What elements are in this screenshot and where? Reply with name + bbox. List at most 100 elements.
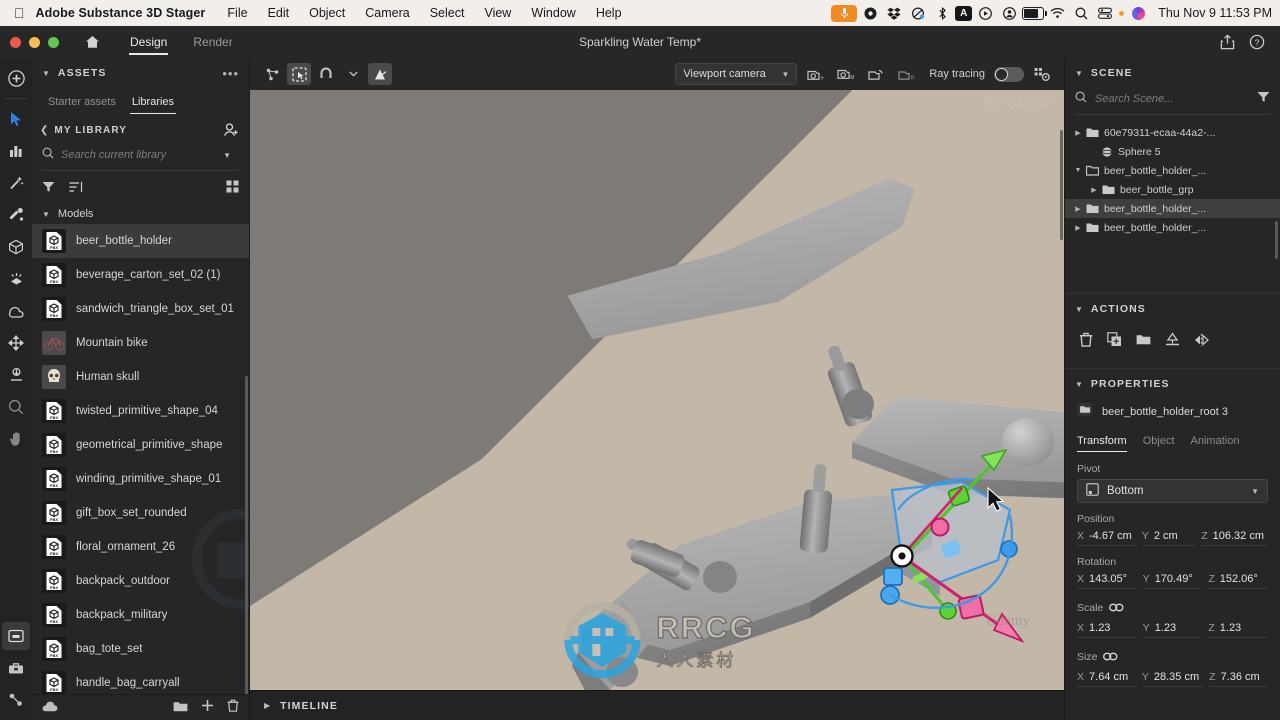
duplicate-icon[interactable] <box>1107 332 1122 352</box>
apple-menu-icon[interactable]:  <box>0 6 36 20</box>
menu-window[interactable]: Window <box>521 6 585 20</box>
3d-viewport-canvas[interactable]: RRCG.cn Udemy RRCG 人人素材 <box>250 90 1064 690</box>
camera-duplicate-icon[interactable]: M <box>833 63 857 85</box>
chevron-right-icon[interactable]: ▶ <box>1071 224 1085 232</box>
toolbox-icon[interactable] <box>2 654 30 682</box>
delete-icon[interactable] <box>227 699 239 717</box>
material-picker-icon[interactable] <box>2 201 30 229</box>
search-input[interactable] <box>61 149 217 161</box>
move-icon[interactable] <box>2 329 30 357</box>
models-section-header[interactable]: ▼ Models <box>32 205 249 224</box>
menu-camera[interactable]: Camera <box>355 6 419 20</box>
chevron-right-icon[interactable]: ▶ <box>264 701 270 710</box>
list-item[interactable]: FBX beverage_carton_set_02 (1) <box>32 258 249 292</box>
position-x-field[interactable]: X -4.67 cm <box>1077 529 1136 546</box>
keyboard-input-icon[interactable]: A <box>955 5 973 21</box>
assets-more-options-button[interactable]: ••• <box>222 66 239 81</box>
list-item[interactable]: FBX floral_ornament_26 <box>32 530 249 564</box>
assets-list[interactable]: FBX beer_bottle_holder FBX beverage_cart… <box>32 224 249 694</box>
camera-add-icon[interactable]: H <box>803 63 827 85</box>
environment-icon[interactable] <box>2 297 30 325</box>
rotation-x-field[interactable]: X 143.05° <box>1077 572 1137 589</box>
maximize-window-button[interactable] <box>48 36 59 48</box>
menubar-clock[interactable]: Thu Nov 9 11:53 PM <box>1151 6 1272 20</box>
home-icon[interactable] <box>77 27 107 57</box>
chevron-down-icon[interactable]: ▼ <box>1075 69 1083 78</box>
chevron-down-icon[interactable]: ▼ <box>1071 167 1085 174</box>
filter-icon[interactable] <box>42 180 55 198</box>
snap-magnet-icon[interactable] <box>314 63 338 85</box>
position-z-field[interactable]: Z 106.32 cm <box>1201 529 1268 546</box>
position-y-field[interactable]: Y 2 cm <box>1141 529 1196 546</box>
siri-icon[interactable] <box>1127 4 1149 22</box>
filter-icon[interactable] <box>1257 90 1270 108</box>
rotation-y-field[interactable]: Y 170.49° <box>1142 572 1203 589</box>
group-folder-icon[interactable] <box>1136 333 1151 351</box>
cleanmymac-icon[interactable] <box>907 4 929 22</box>
control-center-icon[interactable] <box>1094 4 1116 22</box>
chevron-down-icon[interactable]: ▼ <box>223 151 231 160</box>
tree-item[interactable]: ▶ beer_bottle_grp <box>1065 180 1280 199</box>
search-icon[interactable] <box>1070 4 1092 22</box>
rotation-z-field[interactable]: Z 152.06° <box>1208 572 1269 589</box>
tab-starter-assets[interactable]: Starter assets <box>42 88 122 116</box>
size-z-field[interactable]: Z 7.36 cm <box>1209 670 1269 687</box>
scene-tree[interactable]: ▶ 60e79311-ecaa-44a2-... Sphere 5 ▼ beer… <box>1065 121 1280 259</box>
light-icon[interactable] <box>2 265 30 293</box>
scene-tree-scrollbar[interactable] <box>1275 221 1278 259</box>
selection-box-icon[interactable] <box>287 63 311 85</box>
chevron-right-icon[interactable]: ▶ <box>1087 186 1101 194</box>
place-on-ground-icon[interactable] <box>1165 332 1180 352</box>
microphone-icon[interactable] <box>831 4 858 22</box>
tree-item[interactable]: Sphere 5 <box>1065 142 1280 161</box>
tab-render[interactable]: Render <box>180 26 245 58</box>
zoom-icon[interactable] <box>2 393 30 421</box>
tree-item[interactable]: ▶ 60e79311-ecaa-44a2-... <box>1065 123 1280 142</box>
chevron-right-icon[interactable]: ▶ <box>1071 129 1085 137</box>
wifi-icon[interactable] <box>1046 4 1068 22</box>
select-arrow-icon[interactable] <box>2 105 30 133</box>
scale-x-field[interactable]: X 1.23 <box>1077 621 1137 638</box>
list-item[interactable]: FBX bag_tote_set <box>32 632 249 666</box>
link-icon[interactable] <box>1103 648 1118 666</box>
sort-icon[interactable] <box>69 180 83 198</box>
timeline-bar[interactable]: ▶ TIMELINE <box>250 690 1064 720</box>
list-item[interactable]: Human skull <box>32 360 249 394</box>
close-window-button[interactable] <box>10 36 21 48</box>
camera-bookmark-icon[interactable] <box>863 63 887 85</box>
size-x-field[interactable]: X 7.64 cm <box>1077 670 1136 687</box>
chevron-down-icon[interactable]: ▼ <box>1075 305 1083 314</box>
tab-libraries[interactable]: Libraries <box>126 88 180 116</box>
share-icon[interactable] <box>1216 31 1238 53</box>
magic-wand-icon[interactable] <box>2 169 30 197</box>
drop-icon[interactable] <box>2 361 30 389</box>
add-user-avatar-icon[interactable] <box>223 122 239 138</box>
grid-view-icon[interactable] <box>226 180 239 198</box>
menu-select[interactable]: Select <box>420 6 475 20</box>
ray-tracing-toggle[interactable] <box>994 66 1024 82</box>
scene-search-input[interactable] <box>1095 93 1249 105</box>
tab-animation[interactable]: Animation <box>1191 429 1240 453</box>
primitive-cube-icon[interactable] <box>2 233 30 261</box>
scale-y-field[interactable]: Y 1.23 <box>1142 621 1203 638</box>
minimize-window-button[interactable] <box>29 36 40 48</box>
record-icon[interactable] <box>859 4 881 22</box>
help-icon[interactable]: ? <box>1246 31 1268 53</box>
menu-help[interactable]: Help <box>586 6 632 20</box>
pivot-select[interactable]: Bottom ▼ <box>1077 479 1268 503</box>
user-circle-icon[interactable] <box>998 4 1020 22</box>
play-circle-icon[interactable] <box>974 4 996 22</box>
camera-select[interactable]: Viewport camera ▼ <box>675 63 798 85</box>
camera-reset-icon[interactable]: R <box>893 63 917 85</box>
menu-file[interactable]: File <box>217 6 257 20</box>
add-icon[interactable] <box>2 64 30 92</box>
list-item[interactable]: FBX backpack_military <box>32 598 249 632</box>
add-asset-icon[interactable] <box>201 699 214 717</box>
list-item[interactable]: Mountain bike <box>32 326 249 360</box>
chevron-down-icon[interactable]: ▼ <box>42 69 50 78</box>
nodes-icon[interactable] <box>2 686 30 714</box>
menu-object[interactable]: Object <box>299 6 355 20</box>
pan-hand-icon[interactable] <box>2 425 30 453</box>
new-folder-icon[interactable] <box>173 699 188 717</box>
stage-icon[interactable] <box>2 622 30 650</box>
